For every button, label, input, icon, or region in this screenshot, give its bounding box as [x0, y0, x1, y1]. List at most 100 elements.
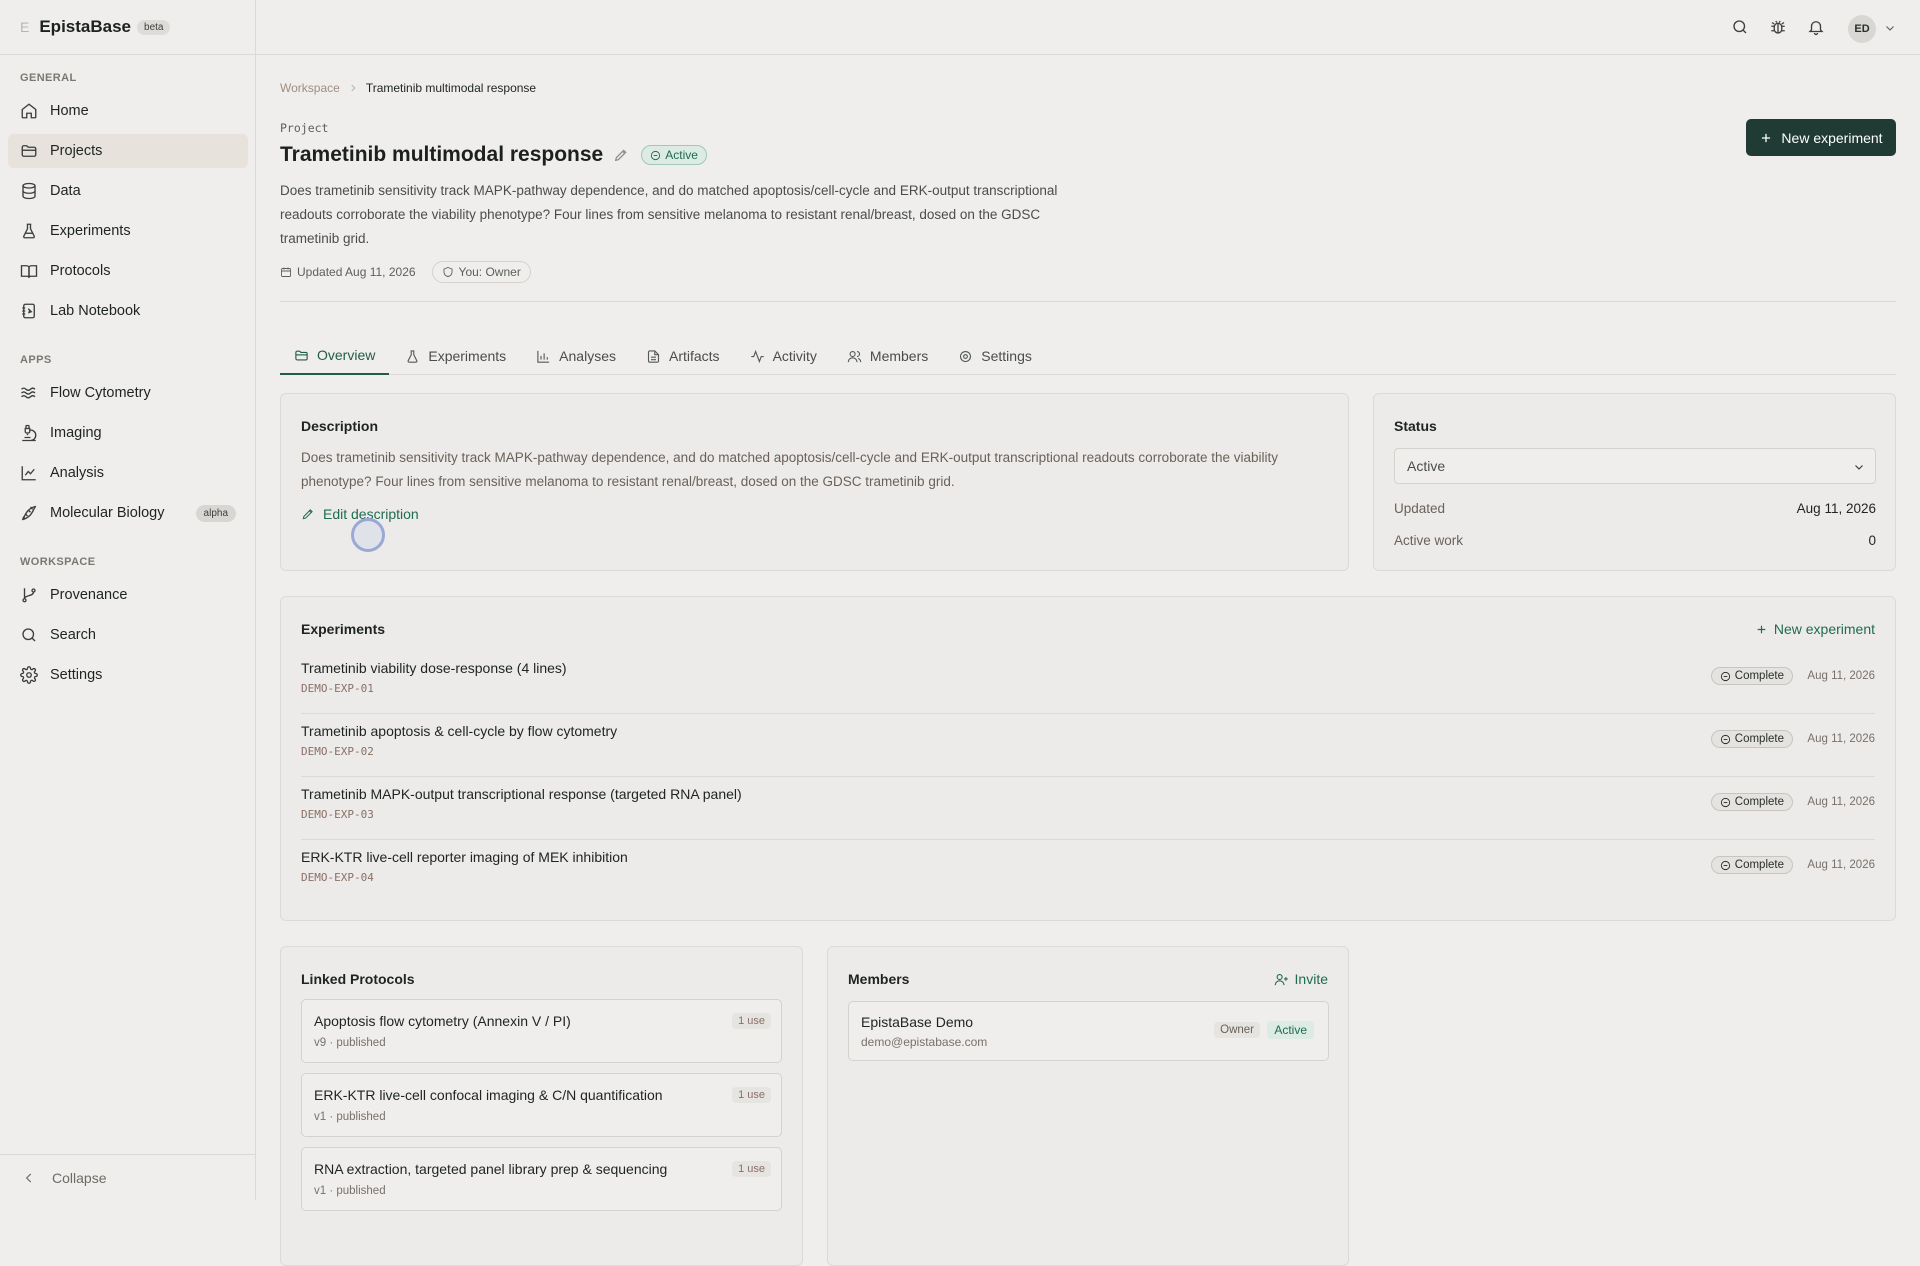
- role-badge: You: Owner: [431, 261, 531, 283]
- tab-settings[interactable]: Settings: [944, 337, 1046, 375]
- sidebar-item-experiments[interactable]: Experiments: [8, 214, 248, 248]
- bug-icon[interactable]: [1769, 18, 1787, 36]
- tab-experiments[interactable]: Experiments: [391, 337, 520, 375]
- collapse-label: Collapse: [52, 1169, 107, 1186]
- sidebar-item-label: Flow Cytometry: [50, 385, 151, 401]
- file-icon: [647, 349, 660, 363]
- breadcrumb-workspace[interactable]: Workspace: [280, 81, 340, 95]
- status-select[interactable]: Active: [1394, 448, 1876, 484]
- status-badge: Complete: [1710, 856, 1793, 874]
- tab-overview[interactable]: Overview: [280, 337, 390, 375]
- protocol-item[interactable]: RNA extraction, targeted panel library p…: [301, 1147, 782, 1211]
- brand[interactable]: E EpistaBase beta: [0, 0, 255, 55]
- bell-icon[interactable]: [1807, 18, 1825, 36]
- sidebar-item-analysis[interactable]: Analysis: [8, 456, 248, 490]
- card-title: Status: [1394, 418, 1437, 434]
- avatar[interactable]: ED: [1848, 15, 1876, 43]
- experiment-name: Trametinib apoptosis & cell-cycle by flo…: [301, 723, 618, 739]
- search-icon[interactable]: [1731, 18, 1749, 36]
- check-circle-icon: [1720, 860, 1730, 870]
- new-experiment-button[interactable]: New experiment: [1746, 119, 1896, 156]
- shield-icon: [443, 267, 452, 277]
- tab-bar: Overview Experiments Analyses Artifacts …: [280, 337, 1896, 375]
- member-row[interactable]: EpistaBase Demo demo@epistabase.com Owne…: [848, 1001, 1329, 1061]
- protocol-name: ERK-KTR live-cell confocal imaging & C/N…: [314, 1087, 663, 1103]
- experiment-row[interactable]: ERK-KTR live-cell reporter imaging of ME…: [301, 840, 1875, 903]
- status-badge: Active: [641, 145, 707, 165]
- sidebar-item-label: Experiments: [50, 223, 131, 239]
- sidebar-item-data[interactable]: Data: [8, 174, 248, 208]
- experiment-row[interactable]: Trametinib apoptosis & cell-cycle by flo…: [301, 714, 1875, 777]
- sidebar-item-imaging[interactable]: Imaging: [8, 416, 248, 450]
- sidebar-item-label: Data: [50, 183, 81, 199]
- protocol-item[interactable]: Apoptosis flow cytometry (Annexin V / PI…: [301, 999, 782, 1063]
- plus-icon: [1762, 133, 1771, 142]
- member-email: demo@epistabase.com: [861, 1035, 988, 1049]
- experiment-name: Trametinib viability dose-response (4 li…: [301, 660, 567, 676]
- flask-icon: [23, 223, 35, 239]
- description-text: Does trametinib sensitivity track MAPK-p…: [301, 450, 1279, 489]
- sidebar-item-protocols[interactable]: Protocols: [8, 254, 248, 288]
- calendar-icon: [281, 267, 291, 277]
- status-badge: Complete: [1710, 730, 1793, 748]
- experiment-row[interactable]: Trametinib viability dose-response (4 li…: [301, 651, 1875, 714]
- experiment-date: Aug 11, 2026: [1807, 733, 1875, 745]
- project-label: Project: [280, 121, 329, 135]
- experiment-id: DEMO-EXP-03: [301, 808, 374, 821]
- tab-activity[interactable]: Activity: [736, 337, 831, 375]
- tab-label: Experiments: [428, 348, 507, 364]
- new-experiment-label: New experiment: [1781, 129, 1883, 146]
- tab-artifacts[interactable]: Artifacts: [632, 337, 734, 375]
- sidebar-item-projects[interactable]: Projects: [8, 134, 248, 168]
- chevron-right-icon: [351, 84, 356, 92]
- sidebar-item-provenance[interactable]: Provenance: [8, 578, 248, 612]
- project-description: Does trametinib sensitivity track MAPK-p…: [280, 183, 1058, 246]
- updated-meta: Updated Aug 11, 2026: [280, 265, 416, 279]
- gear-icon: [960, 350, 972, 362]
- status-badge: Complete: [1710, 667, 1793, 685]
- collapse-button[interactable]: Collapse: [0, 1154, 255, 1200]
- tab-label: Activity: [772, 348, 817, 364]
- sidebar-item-search[interactable]: Search: [8, 618, 248, 652]
- experiments-card: Experiments New experiment Trametinib vi…: [280, 596, 1896, 921]
- home-icon: [21, 103, 37, 119]
- sidebar-item-label: Lab Notebook: [50, 303, 141, 319]
- check-circle-icon: [651, 150, 661, 160]
- invite-label: Invite: [1294, 971, 1328, 987]
- line-chart-icon: [21, 466, 36, 481]
- protocol-item[interactable]: ERK-KTR live-cell confocal imaging & C/N…: [301, 1073, 782, 1137]
- microscope-icon: [22, 424, 37, 442]
- status-card: Status Active Updated Aug 11, 2026 Activ…: [1373, 393, 1896, 571]
- folder-icon: [295, 350, 308, 360]
- breadcrumb: Workspace Trametinib multimodal response: [280, 81, 536, 95]
- plus-icon: [1757, 625, 1766, 633]
- protocol-name: RNA extraction, targeted panel library p…: [314, 1161, 668, 1177]
- experiment-row[interactable]: Trametinib MAPK-output transcriptional r…: [301, 777, 1875, 840]
- tab-members[interactable]: Members: [833, 337, 942, 375]
- activity-icon: [750, 349, 764, 363]
- sidebar-item-settings[interactable]: Settings: [8, 658, 248, 692]
- use-count-badge: 1 use: [732, 1087, 771, 1103]
- chevron-down-icon[interactable]: [1884, 22, 1896, 34]
- project-title: Trametinib multimodal response: [280, 143, 604, 166]
- page-title: Trametinib multimodal response Active: [280, 143, 707, 167]
- sidebar-item-lab-notebook[interactable]: Lab Notebook: [8, 294, 248, 328]
- tab-analyses[interactable]: Analyses: [522, 337, 630, 375]
- experiment-date: Aug 11, 2026: [1807, 859, 1875, 871]
- sidebar-item-flow-cytometry[interactable]: Flow Cytometry: [8, 376, 248, 410]
- project-meta: Updated Aug 11, 2026 You: Owner: [280, 261, 531, 283]
- card-title: Linked Protocols: [301, 971, 415, 987]
- database-icon: [22, 182, 36, 200]
- protocol-version: v1 · published: [314, 1111, 386, 1123]
- sidebar-item-molecular-biology[interactable]: Molecular Biology alpha: [8, 496, 248, 530]
- pencil-icon[interactable]: [613, 147, 629, 163]
- dna-icon: [21, 505, 37, 521]
- status-select-value: Active: [1407, 458, 1446, 474]
- invite-button[interactable]: Invite: [1274, 971, 1328, 987]
- sidebar-item-label: Imaging: [50, 425, 102, 441]
- sidebar-item-home[interactable]: Home: [8, 94, 248, 128]
- tab-label: Analyses: [559, 348, 616, 364]
- chevron-down-icon: [1855, 465, 1863, 470]
- cursor-indicator: [351, 518, 385, 552]
- new-experiment-link[interactable]: New experiment: [1755, 621, 1875, 637]
